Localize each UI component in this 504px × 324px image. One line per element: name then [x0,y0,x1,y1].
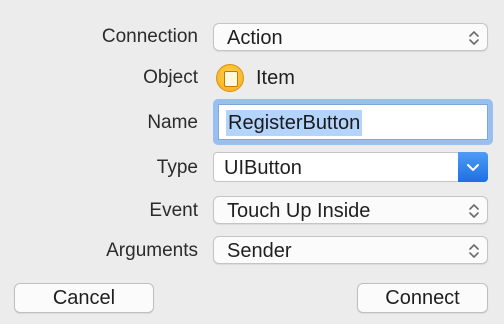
type-dropdown-button[interactable] [458,152,488,182]
type-label: Type [156,157,198,178]
up-down-chevron-icon [469,244,479,258]
event-label: Event [149,200,198,221]
connect-button[interactable]: Connect [357,283,488,313]
arguments-label: Arguments [106,240,198,261]
object-value: Item [256,67,295,89]
arguments-value: Sender [227,240,292,262]
name-field[interactable]: RegisterButton [213,99,493,145]
up-down-chevron-icon [469,204,479,218]
connection-value: Action [227,27,283,49]
object-icon [216,64,244,92]
up-down-chevron-icon [469,31,479,45]
event-popup[interactable]: Touch Up Inside [213,196,488,224]
cancel-button[interactable]: Cancel [14,283,154,313]
type-value: UIButton [224,157,302,179]
event-value: Touch Up Inside [227,200,371,222]
name-label: Name [147,112,198,133]
chevron-down-icon [467,164,479,171]
name-field-value: RegisterButton [226,110,363,136]
object-label: Object [143,67,198,88]
connection-popup[interactable]: Action [213,23,488,51]
connection-label: Connection [101,26,198,47]
type-combobox[interactable]: UIButton [213,152,488,182]
arguments-popup[interactable]: Sender [213,236,488,264]
